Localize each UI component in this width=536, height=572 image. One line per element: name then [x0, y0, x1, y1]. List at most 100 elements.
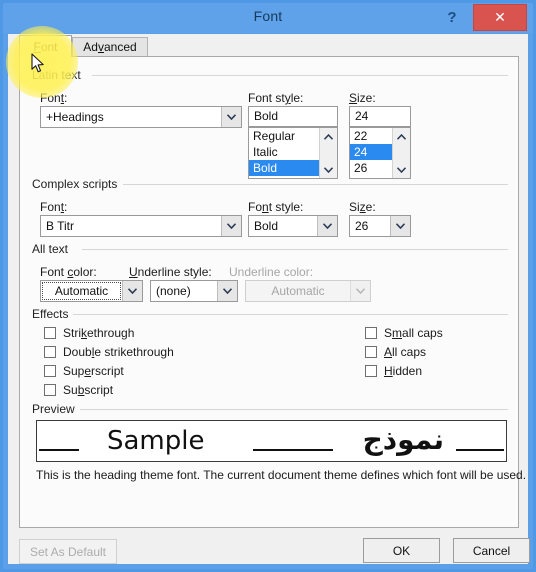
- preview-note: This is the heading theme font. The curr…: [36, 468, 527, 482]
- close-icon[interactable]: ✕: [473, 4, 527, 31]
- checkbox-label: Small caps: [384, 326, 443, 340]
- cs-size-value: 26: [355, 219, 369, 233]
- cs-font-style-value: Bold: [254, 219, 279, 233]
- underline-color-value: Automatic: [271, 284, 325, 298]
- checkbox-box[interactable]: [44, 346, 56, 358]
- group-divider-complex-scripts: [123, 184, 508, 185]
- preview-underline-left: [39, 449, 79, 451]
- chevron-down-icon[interactable]: [221, 216, 241, 236]
- chevron-down-icon[interactable]: [221, 107, 241, 127]
- group-divider-preview: [78, 409, 508, 410]
- underline-color-combo: Automatic: [245, 280, 371, 302]
- latin-size-listbox[interactable]: 22 24 26: [349, 127, 411, 179]
- tab-advanced-label: Advanced: [83, 40, 137, 54]
- checkbox-label: Subscript: [63, 383, 114, 397]
- help-icon[interactable]: ?: [440, 5, 464, 29]
- tab-font[interactable]: Font: [19, 35, 72, 57]
- underline-style-value: (none): [156, 284, 191, 298]
- preview-box: Sample نموذج: [36, 420, 507, 462]
- chevron-up-icon[interactable]: [320, 128, 336, 145]
- checkbox-double-strikethrough[interactable]: Double strikethrough: [44, 345, 174, 359]
- ok-button[interactable]: OK: [363, 538, 440, 563]
- checkbox-label: All caps: [384, 345, 427, 359]
- checkbox-box[interactable]: [44, 384, 56, 396]
- latin-font-style-scrollbar[interactable]: [319, 128, 337, 178]
- latin-size-input[interactable]: 24: [349, 106, 411, 127]
- set-as-default-button[interactable]: Set As Default: [19, 539, 117, 564]
- label-cs-size: Size:: [349, 200, 376, 214]
- checkbox-label: Superscript: [63, 364, 124, 378]
- group-label-complex-scripts: Complex scripts: [32, 177, 123, 191]
- cs-size-combo[interactable]: 26: [349, 215, 411, 237]
- latin-font-style-items: Regular Italic Bold: [249, 128, 320, 178]
- label-cs-font-style: Font style:: [248, 200, 304, 214]
- list-item[interactable]: 22: [350, 128, 393, 144]
- latin-font-combo[interactable]: +Headings: [40, 106, 242, 128]
- font-color-combo[interactable]: Automatic: [40, 280, 143, 302]
- list-item[interactable]: 26: [350, 160, 393, 176]
- checkbox-subscript[interactable]: Subscript: [44, 383, 113, 397]
- tab-font-label: Font: [33, 39, 58, 54]
- chevron-down-icon[interactable]: [393, 161, 409, 178]
- group-label-preview: Preview: [32, 402, 80, 416]
- cs-font-value: B Titr: [46, 219, 75, 233]
- label-latin-font: Font:: [40, 91, 68, 105]
- dialog-client-area: Font Advanced Latin text Font: Font styl…: [8, 34, 530, 564]
- checkbox-superscript[interactable]: Superscript: [44, 364, 124, 378]
- cancel-button[interactable]: Cancel: [453, 538, 530, 563]
- chevron-down-icon[interactable]: [217, 281, 237, 301]
- group-divider-effects: [73, 314, 508, 315]
- chevron-up-icon[interactable]: [393, 128, 409, 145]
- group-divider-all-text: [82, 249, 508, 250]
- font-color-value: Automatic: [54, 284, 109, 298]
- tab-strip: Font Advanced: [8, 34, 528, 57]
- chevron-down-icon: [350, 281, 370, 301]
- chevron-down-icon[interactable]: [320, 161, 336, 178]
- group-label-all-text: All text: [32, 242, 74, 256]
- list-item[interactable]: 24: [350, 144, 393, 160]
- preview-latin-sample: Sample: [107, 426, 205, 456]
- checkbox-box[interactable]: [365, 346, 377, 358]
- preview-underline-right: [456, 449, 504, 451]
- latin-font-style-input[interactable]: Bold: [248, 106, 338, 127]
- group-divider-latin-text: [92, 75, 508, 76]
- label-underline-style: Underline style:: [129, 265, 212, 279]
- group-label-effects: Effects: [32, 307, 74, 321]
- latin-size-items: 22 24 26: [350, 128, 393, 178]
- checkbox-box[interactable]: [365, 365, 377, 377]
- list-item[interactable]: Regular: [249, 128, 320, 144]
- checkbox-strikethrough[interactable]: Strikethrough: [44, 326, 134, 340]
- chevron-down-icon[interactable]: [317, 216, 337, 236]
- checkbox-all-caps[interactable]: All caps: [365, 345, 426, 359]
- font-tab-panel: Latin text Font: Font style: Size: +Head…: [19, 56, 526, 528]
- latin-font-value: +Headings: [46, 110, 104, 124]
- checkbox-small-caps[interactable]: Small caps: [365, 326, 443, 340]
- checkbox-box[interactable]: [365, 327, 377, 339]
- preview-complex-sample: نموذج: [362, 423, 444, 456]
- list-item[interactable]: Bold: [249, 160, 320, 176]
- cs-font-style-combo[interactable]: Bold: [248, 215, 338, 237]
- checkbox-box[interactable]: [44, 327, 56, 339]
- underline-style-combo[interactable]: (none): [150, 280, 238, 302]
- preview-underline-middle: [253, 449, 333, 451]
- label-latin-font-style: Font style:: [248, 91, 304, 105]
- label-latin-size: Size:: [349, 91, 376, 105]
- chevron-down-icon[interactable]: [122, 281, 142, 301]
- tab-advanced[interactable]: Advanced: [72, 37, 148, 56]
- label-underline-color: Underline color:: [229, 265, 314, 279]
- checkbox-label: Strikethrough: [63, 326, 135, 340]
- checkbox-label: Double strikethrough: [63, 345, 174, 359]
- checkbox-box[interactable]: [44, 365, 56, 377]
- label-cs-font: Font:: [40, 200, 68, 214]
- list-item[interactable]: Italic: [249, 144, 320, 160]
- checkbox-label: Hidden: [384, 364, 423, 378]
- cs-font-combo[interactable]: B Titr: [40, 215, 242, 237]
- latin-size-scrollbar[interactable]: [392, 128, 410, 178]
- latin-font-style-listbox[interactable]: Regular Italic Bold: [248, 127, 338, 179]
- chevron-down-icon[interactable]: [390, 216, 410, 236]
- checkbox-hidden[interactable]: Hidden: [365, 364, 422, 378]
- title-bar: Font ? ✕: [3, 3, 533, 33]
- label-font-color: Font color:: [40, 265, 97, 279]
- group-label-latin-text: Latin text: [32, 68, 86, 82]
- font-dialog-window: Font ? ✕ Font Advanced Latin text Font: …: [0, 0, 536, 572]
